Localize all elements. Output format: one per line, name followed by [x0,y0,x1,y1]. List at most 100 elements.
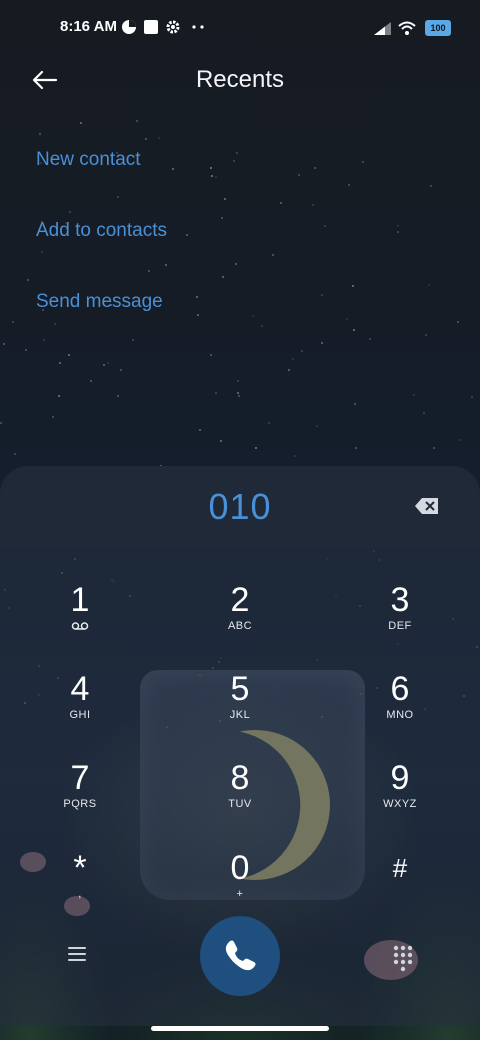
dialpad-key-5[interactable]: 5 JKL [185,671,295,751]
star-dot [315,424,318,427]
star-dot [424,333,427,336]
star-dot [235,262,238,265]
battery-indicator: 100 [425,20,451,36]
star-dot [0,422,3,425]
dialed-number: 010 [208,486,272,527]
battery-level: 100 [430,23,446,33]
dialpad-key-1[interactable]: 1 [25,582,135,662]
status-time: 8:16 AM [60,18,117,35]
dialpad-key-star[interactable]: * , [25,850,135,930]
key-letters: + [236,888,244,900]
star-dot [272,253,275,256]
data-saver-icon [122,20,136,34]
star-dot [79,121,82,124]
notification-square-icon [144,20,158,34]
star-dot [221,217,224,220]
star-dot [147,270,150,273]
star-dot [164,263,167,266]
star-dot [11,320,14,323]
star-dot [27,279,30,282]
key-digit: 0 [230,849,250,887]
star-dot [361,161,364,164]
voicemail-icon [71,622,89,630]
star-dot [59,361,62,364]
dialpad-key-3[interactable]: 3 DEF [345,582,455,662]
star-dot [196,296,199,299]
phone-icon [225,940,256,971]
key-digit: 1 [70,581,90,619]
key-digit: 4 [70,670,90,708]
dialpad-key-6[interactable]: 6 MNO [345,671,455,751]
star-dot [428,283,431,286]
star-dot [396,230,399,233]
star-dot [321,294,324,297]
star-dot [355,446,358,449]
gear-icon [166,20,180,34]
star-dot [24,348,27,351]
star-dot [471,396,474,399]
star-dot [102,364,105,366]
star-dot [3,343,6,346]
dialpad-key-8[interactable]: 8 TUV [185,760,295,840]
key-digit: 5 [230,670,250,708]
key-digit: 2 [230,581,250,619]
page-title: Recents [195,66,285,93]
dialpad-key-4[interactable]: 4 GHI [25,671,135,751]
add-to-contacts-link[interactable]: Add to contacts [36,220,167,242]
star-dot [39,133,42,136]
star-dot [116,394,119,397]
dialpad-key-2[interactable]: 2 ABC [185,582,295,662]
dialpad-icon[interactable] [388,942,418,972]
call-button[interactable] [200,916,280,996]
new-contact-link[interactable]: New contact [36,149,141,171]
key-letters: , [78,888,82,900]
home-indicator[interactable] [151,1026,329,1031]
star-dot [171,167,174,170]
star-dot [430,185,433,187]
key-digit: 3 [390,581,410,619]
signal-icon [374,22,391,35]
star-dot [215,392,218,395]
key-digit: 8 [230,759,250,797]
star-dot [433,447,436,450]
star-dot [67,354,70,357]
star-dot [298,173,301,176]
star-dot [57,395,60,398]
star-dot [237,394,240,397]
star-dot [261,324,264,327]
star-dot [198,428,201,431]
star-dot [236,152,239,155]
star-dot [119,369,122,372]
star-dot [397,224,399,227]
key-letters: TUV [228,798,252,810]
star-dot [236,392,239,395]
star-dot [135,120,138,123]
star-dot [52,416,55,419]
send-message-link[interactable]: Send message [36,291,163,313]
star-dot [352,285,355,288]
backspace-icon[interactable] [414,496,440,516]
star-dot [456,321,459,324]
star-dot [68,211,71,214]
wifi-icon [398,21,416,35]
key-digit: 9 [390,759,410,797]
menu-icon[interactable] [66,944,88,964]
key-letters: PQRS [63,798,97,810]
star-dot [321,341,324,344]
star-dot [323,224,326,227]
star-dot [131,338,134,341]
star-dot [13,452,16,455]
star-dot [288,369,291,372]
dialpad-key-7[interactable]: 7 PQRS [25,760,135,840]
star-dot [158,137,161,140]
star-dot [53,323,56,326]
star-dot [185,234,188,237]
star-dot [301,349,304,352]
key-letters: ABC [227,620,253,632]
star-dot [354,402,357,405]
star-dot [353,329,356,332]
dialpad-key-9[interactable]: 9 WXYZ [345,760,455,840]
dialpad-key-hash[interactable]: # [345,850,455,930]
star-dot [237,380,240,383]
star-dot [412,393,415,396]
